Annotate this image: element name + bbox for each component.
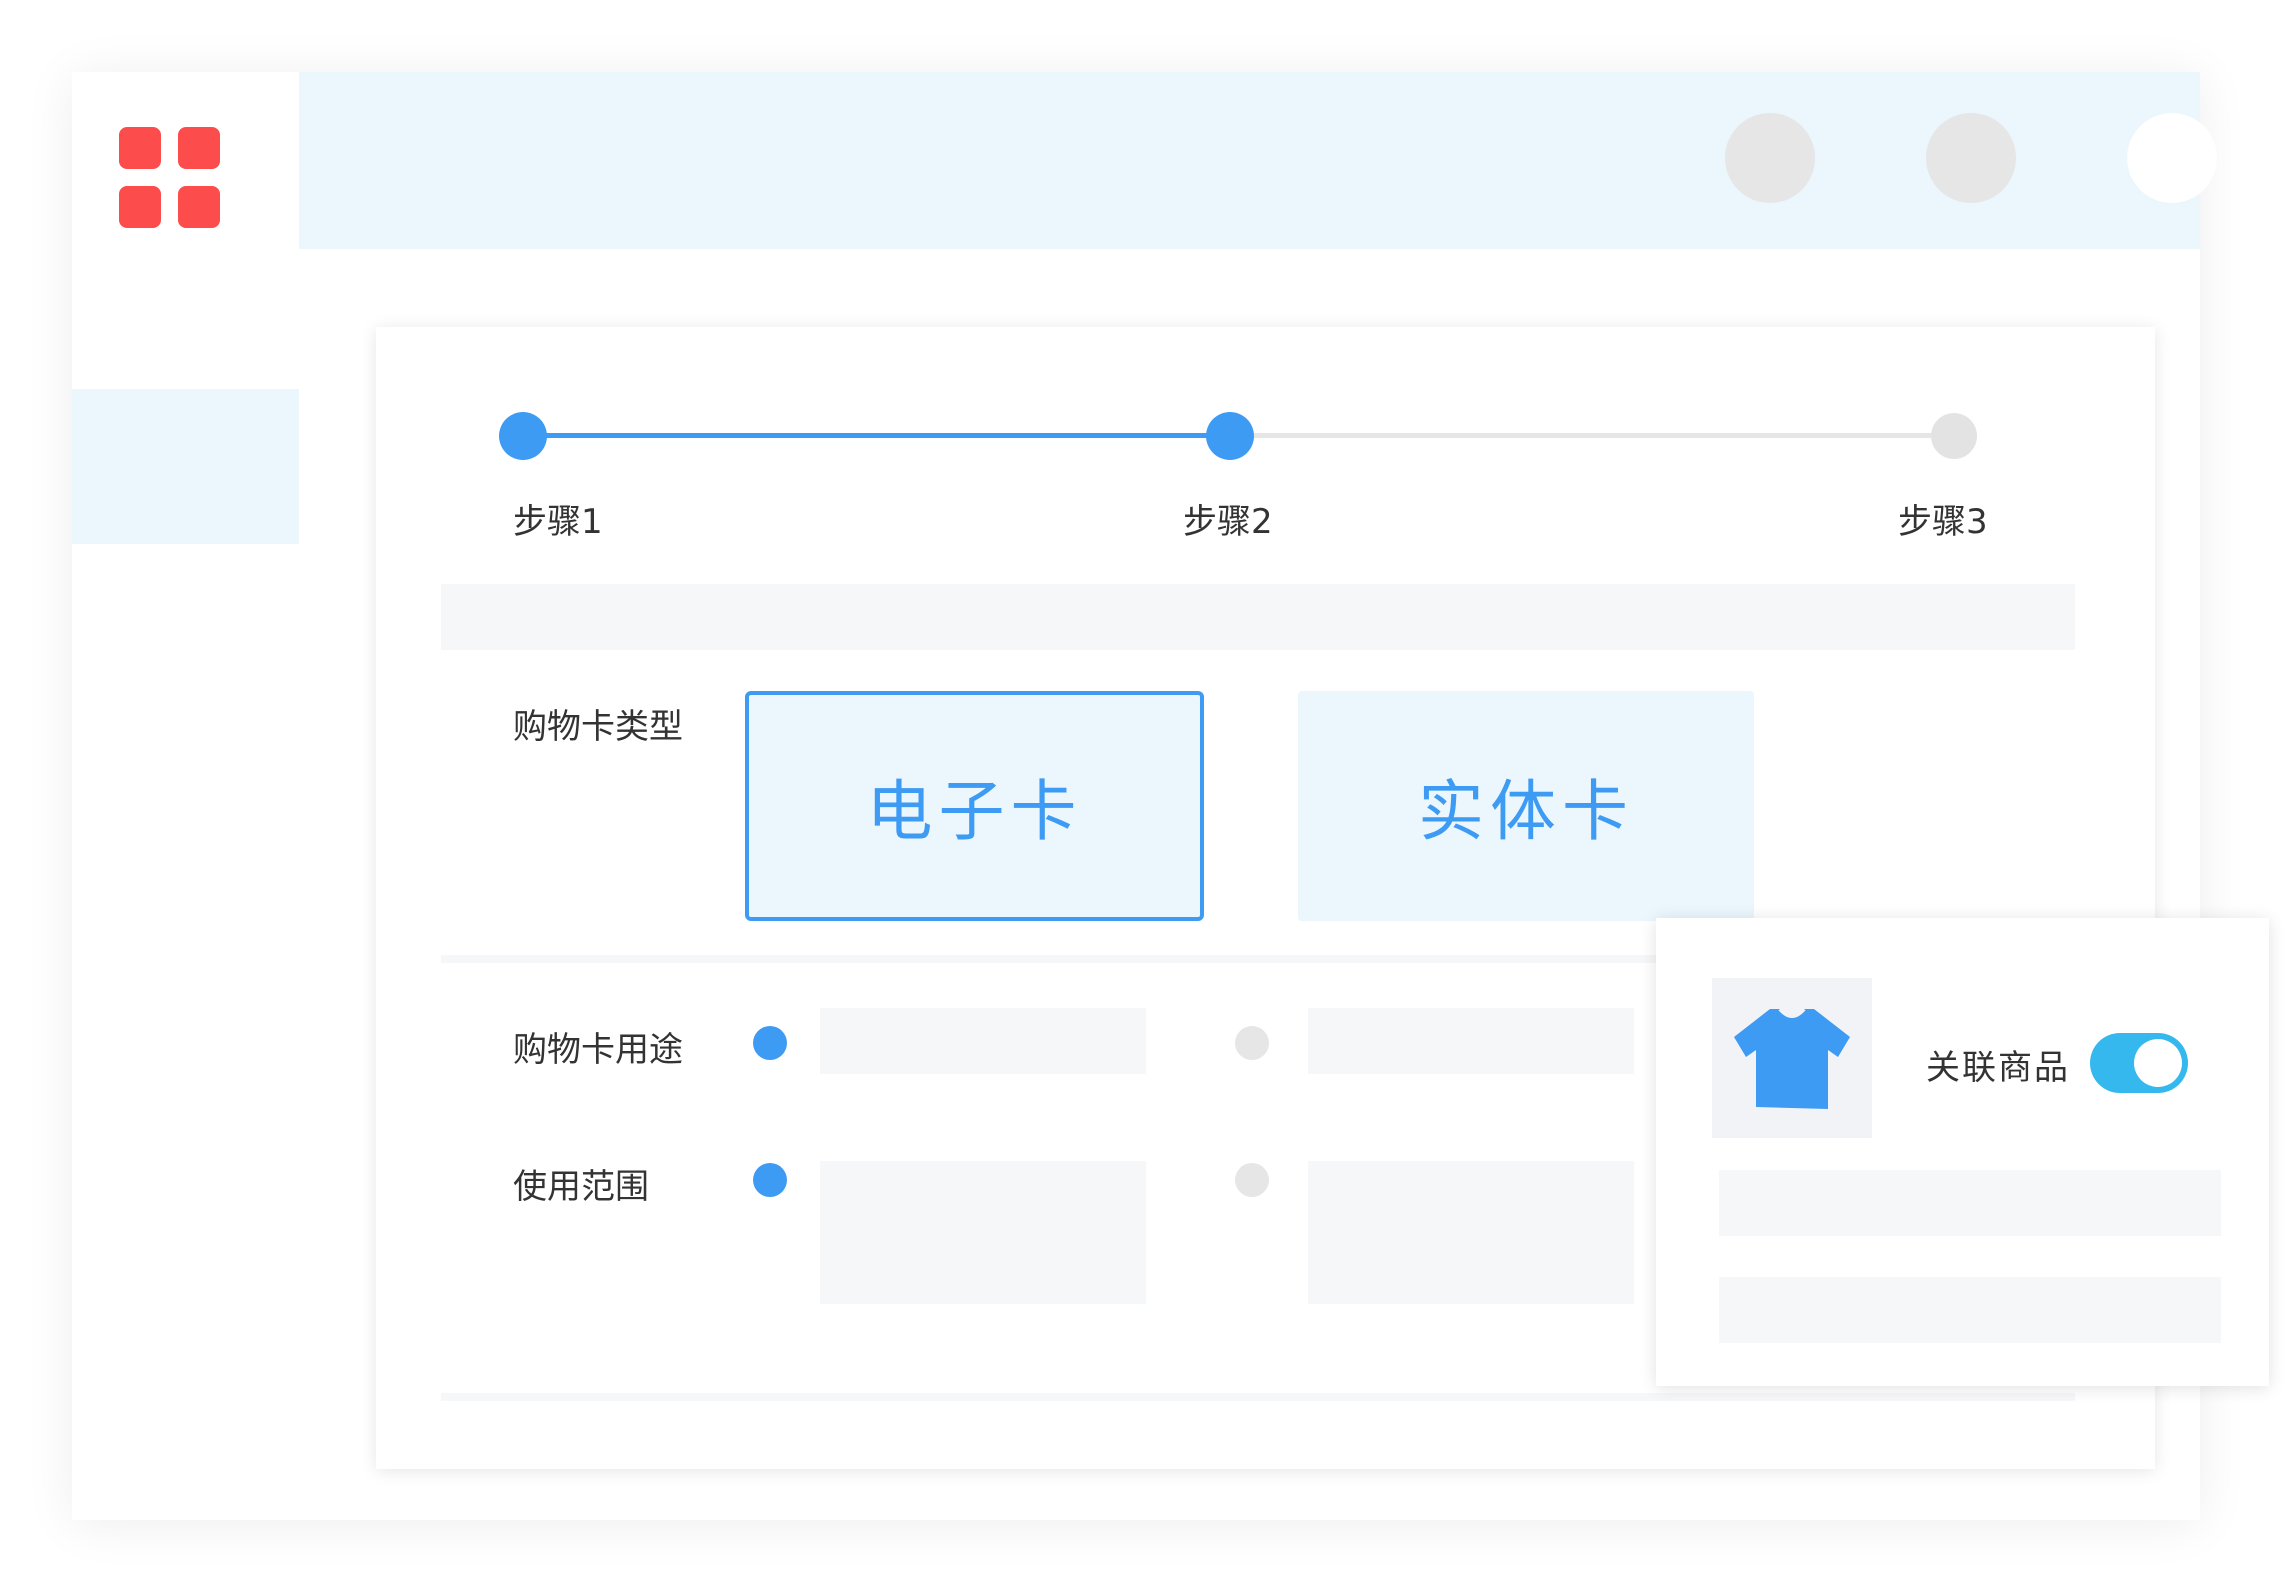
card-type-label: 购物卡类型: [513, 707, 683, 747]
scope-radio-option-2[interactable]: [1235, 1163, 1269, 1197]
linked-product-popover: 关联商品: [1656, 918, 2269, 1386]
header-action-icon[interactable]: [1926, 113, 2016, 203]
scope-option-1-placeholder: [820, 1161, 1146, 1304]
step-2-dot[interactable]: [1206, 412, 1254, 460]
top-header-bar: [299, 72, 2217, 249]
logo-tile: [178, 127, 220, 169]
usage-scope-label: 使用范围: [513, 1167, 649, 1207]
usage-radio-option-2[interactable]: [1235, 1026, 1269, 1060]
card-usage-label: 购物卡用途: [513, 1030, 683, 1070]
section-header-placeholder: [441, 584, 2075, 650]
sidebar-item-active[interactable]: [72, 389, 299, 544]
link-product-label: 关联商品: [1926, 1048, 2070, 1088]
scope-option-2-placeholder: [1308, 1161, 1634, 1304]
logo-tile: [178, 186, 220, 228]
card-type-option-physical[interactable]: 实体卡: [1298, 691, 1754, 921]
usage-option-2-placeholder: [1308, 1008, 1634, 1074]
step-2-label: 步骤2: [1183, 502, 1273, 542]
usage-option-1-placeholder: [820, 1008, 1146, 1074]
scope-radio-option-1[interactable]: [753, 1163, 787, 1197]
usage-radio-option-1[interactable]: [753, 1026, 787, 1060]
step-progress-completed: [523, 433, 1231, 438]
app-grid-logo-icon[interactable]: [119, 127, 222, 230]
step-3-label: 步骤3: [1898, 502, 1988, 542]
step-1-label: 步骤1: [513, 502, 603, 542]
toggle-knob: [2134, 1039, 2182, 1087]
logo-tile: [119, 186, 161, 228]
product-thumbnail[interactable]: [1712, 978, 1872, 1138]
popover-placeholder-row: [1719, 1170, 2221, 1236]
logo-tile: [119, 127, 161, 169]
step-3-dot[interactable]: [1931, 413, 1977, 459]
header-action-icon[interactable]: [1725, 113, 1815, 203]
link-product-toggle[interactable]: [2090, 1033, 2188, 1093]
step-1-dot[interactable]: [499, 412, 547, 460]
card-type-option-electronic[interactable]: 电子卡: [745, 691, 1204, 921]
t-shirt-icon: [1734, 1007, 1850, 1109]
section-divider: [441, 1393, 2075, 1401]
user-avatar[interactable]: [2127, 113, 2217, 203]
step-progress-remaining: [1231, 433, 1954, 438]
popover-placeholder-row: [1719, 1277, 2221, 1343]
